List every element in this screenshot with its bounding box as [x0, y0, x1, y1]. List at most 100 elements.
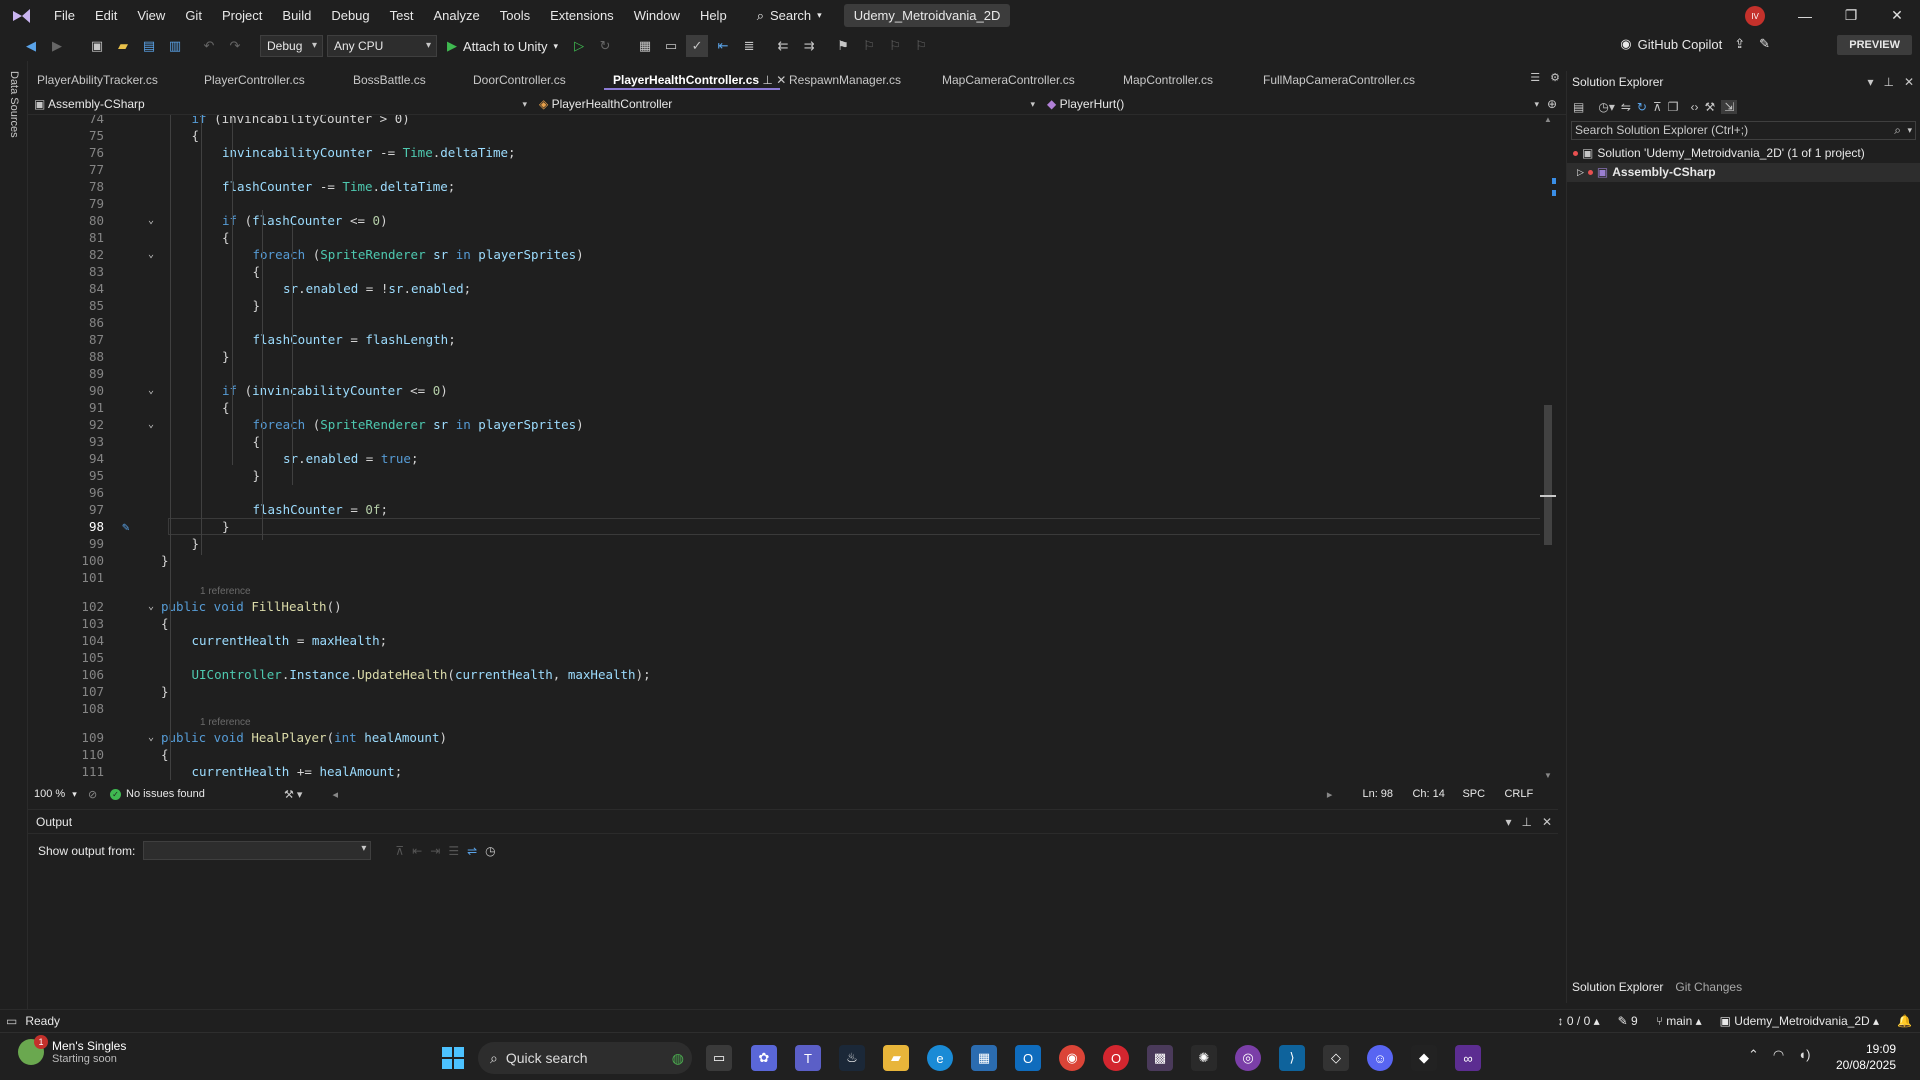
vscode-icon[interactable]: ⟩ [1279, 1045, 1305, 1071]
collapse-all-icon[interactable]: ⊼ [1653, 100, 1662, 114]
back-icon[interactable]: ◀ [20, 35, 42, 57]
outlook-icon[interactable]: O [1015, 1045, 1041, 1071]
reference-count-lens[interactable]: 1 reference [200, 717, 251, 728]
browse-icon[interactable]: ▦ [634, 35, 656, 57]
close-icon[interactable]: ✕ [1542, 810, 1552, 834]
visual-studio-logo-icon[interactable] [0, 0, 44, 31]
repo-indicator[interactable]: ▣ Udemy_Metroidvania_2D ▴ [1720, 1014, 1879, 1028]
output-source-dropdown[interactable] [143, 841, 372, 860]
line-number-indicator[interactable]: Ln: 98 [1362, 788, 1412, 800]
share-icon[interactable]: ⇪ [1734, 36, 1745, 52]
expand-arrow-icon[interactable]: ▷ [1577, 163, 1584, 182]
code-cleanup-icon[interactable]: ⚒ ▾ [284, 788, 302, 801]
menu-extensions[interactable]: Extensions [540, 0, 624, 31]
teams-icon[interactable]: T [795, 1045, 821, 1071]
podcast-icon[interactable]: ◎ [1235, 1045, 1261, 1071]
fold-toggle-icon[interactable]: ⌄ [148, 246, 154, 263]
refresh-icon[interactable]: ↻ [1637, 100, 1647, 114]
task-view-icon[interactable]: ▭ [706, 1045, 732, 1071]
chevron-down-icon[interactable]: ▾ [1505, 810, 1511, 834]
find-message-icon[interactable]: ⊼ [395, 844, 404, 858]
start-without-debugging-icon[interactable]: ▷ [568, 35, 590, 57]
tab-solution-explorer[interactable]: Solution Explorer [1572, 980, 1663, 994]
unity-icon[interactable]: ◆ [1411, 1045, 1437, 1071]
git-sync-indicator[interactable]: ↕ 0 / 0 ▴ [1558, 1014, 1600, 1028]
menu-build[interactable]: Build [272, 0, 321, 31]
solution-title[interactable]: Udemy_Metroidvania_2D [843, 4, 1011, 27]
store-icon[interactable]: ▦ [971, 1045, 997, 1071]
branch-indicator[interactable]: ⑂ main ▴ [1656, 1014, 1702, 1028]
outdent-icon[interactable]: ⇇ [772, 35, 794, 57]
fold-toggle-icon[interactable]: ⌄ [148, 382, 154, 399]
chatgpt-icon[interactable]: ✺ [1191, 1045, 1217, 1071]
next-message-icon[interactable]: ⇥ [430, 844, 440, 858]
platform-dropdown[interactable]: Any CPU [327, 35, 437, 57]
history-icon[interactable]: ◷▾ [1598, 100, 1615, 114]
save-icon[interactable]: ▤ [138, 35, 160, 57]
chevron-up-icon[interactable]: ⌃ [1748, 1047, 1759, 1063]
attach-to-unity-button[interactable]: ▶ Attach to Unity ▾ [441, 38, 564, 54]
solution-search-input[interactable]: Search Solution Explorer (Ctrl+;) ⌕ ▾ [1571, 121, 1916, 140]
prev-bookmark-icon[interactable]: ⚐ [858, 35, 880, 57]
user-avatar[interactable]: IV [1745, 6, 1765, 26]
undo-icon[interactable]: ↶ [198, 35, 220, 57]
menu-test[interactable]: Test [380, 0, 424, 31]
edge-icon[interactable]: e [927, 1045, 953, 1071]
fold-toggle-icon[interactable]: ⌄ [148, 212, 154, 229]
close-icon[interactable]: ✕ [1904, 71, 1914, 93]
whitespace-indicator[interactable]: SPC [1462, 788, 1504, 800]
preview-button[interactable]: PREVIEW [1837, 35, 1912, 55]
properties-icon[interactable]: ⚒ [1705, 100, 1716, 114]
tab-overflow-icon[interactable]: ☰ [1530, 71, 1540, 84]
clear-all-icon[interactable]: ☰ [448, 844, 459, 858]
prev-message-icon[interactable]: ⇤ [412, 844, 422, 858]
member-dropdown[interactable]: ◆ PlayerHurt() ▾ [1041, 93, 1545, 115]
clear-bookmarks-icon[interactable]: ⚐ [910, 35, 932, 57]
show-all-files-icon[interactable]: ❐ [1668, 100, 1679, 114]
close-icon[interactable]: ✕ [1874, 0, 1920, 31]
step-icon[interactable]: ⇤ [712, 35, 734, 57]
vertical-scrollbar[interactable]: ▲ ▼ [1540, 115, 1556, 780]
tab-playerhealthcontroller[interactable]: PlayerHealthController.cs ⊥ ✕ [604, 71, 786, 90]
menu-git[interactable]: Git [175, 0, 212, 31]
hot-reload-icon[interactable]: ↻ [594, 35, 616, 57]
tab-respawnmanager[interactable]: RespawnManager.cs [780, 71, 933, 90]
next-bookmark-icon[interactable]: ⚐ [884, 35, 906, 57]
pending-changes-icon[interactable]: ⇋ [1621, 100, 1631, 114]
horizontal-scrollbar[interactable]: ◂ ▸ [332, 788, 1332, 801]
github-copilot-button[interactable]: ◉ GitHub Copilot ⇪ ✎ [1620, 36, 1770, 52]
clock[interactable]: 19:09 20/08/2025 [1836, 1041, 1896, 1073]
new-project-icon[interactable]: ▣ [86, 35, 108, 57]
wifi-icon[interactable]: ◠ [1773, 1047, 1784, 1063]
pending-edits-indicator[interactable]: ✎ 9 [1618, 1014, 1638, 1028]
chrome-icon[interactable]: ◉ [1059, 1045, 1085, 1071]
tab-git-changes[interactable]: Git Changes [1675, 980, 1742, 994]
format-icon[interactable]: ≣ [738, 35, 760, 57]
timestamp-icon[interactable]: ◷ [485, 844, 495, 858]
chevron-down-icon[interactable]: ▾ [1867, 71, 1873, 93]
column-indicator[interactable]: Ch: 14 [1412, 788, 1462, 800]
layout-icon[interactable]: ▭ [660, 35, 682, 57]
fold-toggle-icon[interactable]: ⌄ [148, 598, 154, 615]
forward-icon[interactable]: ▶ [46, 35, 68, 57]
tab-bossbattle[interactable]: BossBattle.cs [344, 71, 464, 90]
bookmark-icon[interactable]: ⚑ [832, 35, 854, 57]
opera-icon[interactable]: O [1103, 1045, 1129, 1071]
data-sources-tab[interactable]: Data Sources [8, 71, 20, 138]
menu-window[interactable]: Window [624, 0, 690, 31]
reference-count-lens[interactable]: 1 reference [200, 586, 251, 597]
minimize-icon[interactable]: — [1782, 0, 1828, 31]
redo-icon[interactable]: ↷ [224, 35, 246, 57]
copilot-status-icon[interactable]: ⊘ [88, 788, 110, 801]
menu-help[interactable]: Help [690, 0, 737, 31]
project-node[interactable]: ▷ ▣ Assembly-CSharp [1567, 163, 1920, 182]
view-code-icon[interactable]: ‹› [1691, 100, 1699, 114]
indent-icon[interactable]: ⇉ [798, 35, 820, 57]
scroll-left-icon[interactable]: ◂ [332, 788, 338, 801]
tab-playerabilitytracker[interactable]: PlayerAbilityTracker.cs [28, 71, 195, 90]
code-editor[interactable]: 74 if (invincabilityCounter > 0) 75 {76 invi… [28, 115, 1540, 780]
feedback-icon[interactable]: ✎ [1759, 36, 1770, 52]
zoom-dropdown[interactable]: 100 % ▾ [28, 788, 88, 800]
quick-actions-icon[interactable]: ✎ [122, 518, 130, 535]
scroll-up-icon[interactable]: ▲ [1544, 115, 1552, 124]
